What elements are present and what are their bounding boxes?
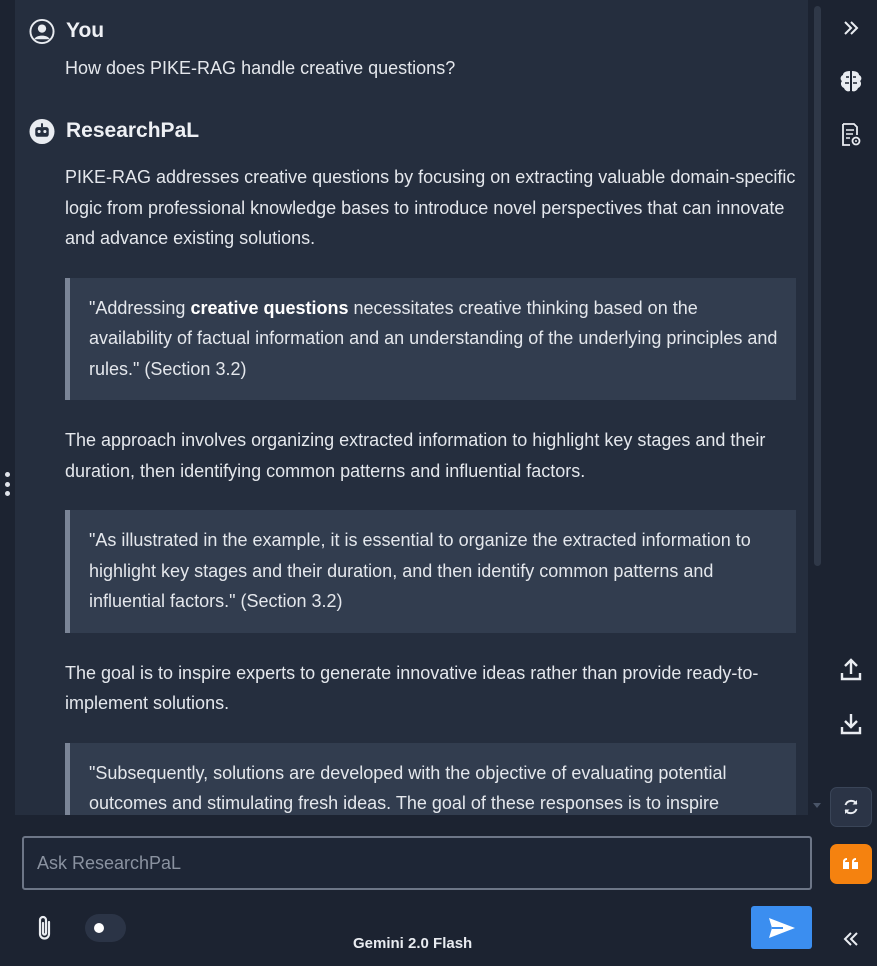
download-icon bbox=[840, 714, 862, 735]
paperclip-icon bbox=[38, 915, 51, 940]
assistant-message-body: PIKE-RAG addresses creative questions by… bbox=[15, 162, 808, 815]
double-chevron-left-icon bbox=[843, 932, 858, 946]
handle-dot bbox=[4, 481, 10, 487]
assistant-author-name: ResearchPaL bbox=[66, 119, 200, 142]
citation-quote: "Subsequently, solutions are developed w… bbox=[65, 742, 796, 815]
send-icon bbox=[768, 917, 795, 938]
quote-bold-text: creative questions bbox=[190, 297, 349, 318]
brain-icon bbox=[840, 71, 862, 92]
document-settings-icon bbox=[842, 123, 861, 146]
citation-quote: "As illustrated in the example, it is es… bbox=[65, 510, 796, 633]
ask-input[interactable] bbox=[22, 836, 812, 890]
robot-avatar-icon bbox=[29, 118, 55, 144]
model-label[interactable]: Gemini 2.0 Flash bbox=[353, 935, 472, 952]
user-author-name: You bbox=[66, 19, 105, 42]
quote-text: "Addressing bbox=[89, 297, 191, 318]
chat-transcript: You How does PIKE-RAG handle creative qu… bbox=[15, 0, 808, 815]
document-settings-button[interactable] bbox=[830, 115, 872, 155]
quote-icon bbox=[843, 858, 858, 869]
handle-dot bbox=[4, 472, 10, 477]
double-chevron-right-icon bbox=[844, 21, 859, 35]
refresh-icon bbox=[844, 799, 858, 815]
right-toolbar bbox=[824, 0, 877, 966]
user-message: You How does PIKE-RAG handle creative qu… bbox=[15, 0, 808, 98]
expand-panel-button[interactable] bbox=[830, 8, 872, 48]
user-message-header: You bbox=[15, 18, 808, 44]
scrollbar-thumb[interactable] bbox=[814, 6, 821, 566]
send-button[interactable] bbox=[751, 906, 812, 949]
answer-paragraph: The approach involves organizing extract… bbox=[65, 430, 766, 481]
assistant-message: ResearchPaL PIKE-RAG addresses creative … bbox=[15, 98, 808, 815]
user-message-text: How does PIKE-RAG handle creative questi… bbox=[65, 58, 456, 78]
assistant-message-header: ResearchPaL bbox=[15, 118, 808, 144]
handle-dot bbox=[4, 491, 10, 496]
refresh-button[interactable] bbox=[830, 787, 872, 827]
chat-scrollbar[interactable] bbox=[810, 0, 822, 818]
brain-button[interactable] bbox=[830, 61, 872, 101]
download-button[interactable] bbox=[830, 704, 872, 744]
composer: Gemini 2.0 Flash bbox=[0, 815, 824, 966]
mode-toggle[interactable] bbox=[85, 914, 126, 942]
app-root: You How does PIKE-RAG handle creative qu… bbox=[0, 0, 877, 966]
upload-button[interactable] bbox=[830, 650, 872, 690]
upload-icon bbox=[840, 658, 862, 681]
quote-button[interactable] bbox=[830, 844, 872, 884]
scroll-down-arrow-icon[interactable] bbox=[813, 803, 821, 808]
answer-paragraph: PIKE-RAG addresses creative questions by… bbox=[65, 167, 796, 248]
attach-button[interactable] bbox=[32, 913, 58, 943]
collapse-panel-button[interactable] bbox=[830, 919, 872, 959]
user-avatar-icon bbox=[29, 18, 55, 44]
answer-paragraph: The goal is to inspire experts to genera… bbox=[65, 662, 759, 714]
panel-resize-handle[interactable] bbox=[4, 472, 10, 496]
citation-quote: "Addressing creative questions necessita… bbox=[65, 277, 796, 400]
toggle-knob bbox=[94, 923, 104, 933]
